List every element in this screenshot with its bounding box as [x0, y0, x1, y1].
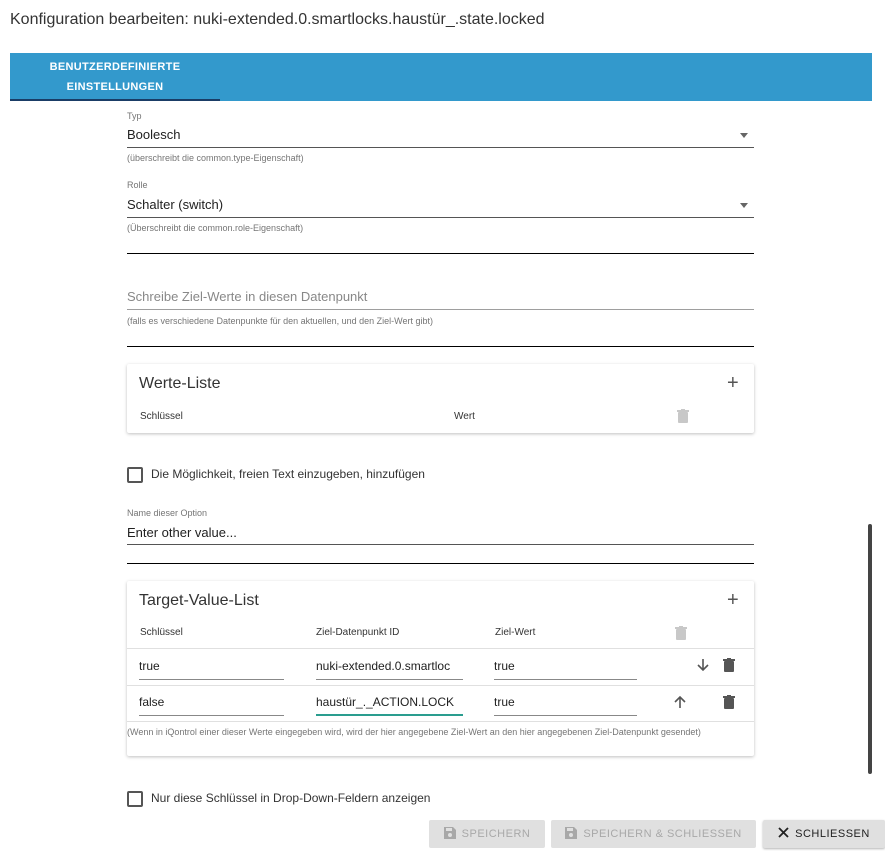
scrollbar[interactable] — [868, 101, 872, 811]
tvl-row2-datapoint-underline-focused — [316, 714, 463, 716]
values-list-title: Werte-Liste — [139, 375, 221, 392]
tvl-col-datapoint: Ziel-Datenpunkt ID — [316, 627, 400, 638]
tvl-helper: (Wenn in iQontrol einer dieser Werte ein… — [127, 727, 701, 737]
target-datapoint-underline — [127, 309, 754, 310]
tvl-row1-value-underline — [494, 679, 637, 680]
tab-label-line2: EINSTELLUNGEN — [66, 81, 164, 93]
type-helper: (überschreibt die common.type-Eigenschaf… — [127, 153, 304, 163]
values-list-col-value: Wert — [454, 411, 475, 422]
role-select-underline — [127, 217, 754, 218]
tvl-row2-datapoint-input[interactable]: haustür_._ACTION.LOCK — [316, 695, 463, 709]
tvl-row2-value-input[interactable]: true — [494, 695, 637, 709]
option-name-input[interactable]: Enter other value... — [127, 525, 237, 540]
option-name-label: Name dieser Option — [127, 508, 208, 518]
row-separator — [127, 648, 754, 649]
type-label: Typ — [127, 111, 142, 121]
tab-bar: BENUTZERDEFINIERTE EINSTELLUNGEN — [10, 53, 872, 101]
tvl-row2-value-underline — [494, 715, 637, 716]
section-divider — [127, 346, 754, 347]
target-value-list-title: Target-Value-List — [139, 592, 259, 609]
values-list-card: Werte-Liste + Schlüssel Wert — [127, 364, 754, 433]
target-value-list-card: Target-Value-List + Schlüssel Ziel-Daten… — [127, 581, 754, 756]
trash-icon[interactable] — [723, 695, 735, 714]
plus-icon[interactable]: + — [727, 590, 739, 610]
tvl-row1-value-input[interactable]: true — [494, 659, 637, 673]
section-divider — [127, 563, 754, 564]
role-select-value[interactable]: Schalter (switch) — [127, 197, 223, 212]
trash-icon[interactable] — [677, 409, 689, 428]
trash-icon[interactable] — [675, 626, 687, 645]
values-list-col-key: Schlüssel — [140, 411, 183, 422]
dialog-title: Konfiguration bearbeiten: nuki-extended.… — [10, 11, 545, 28]
type-select-value[interactable]: Boolesch — [127, 127, 180, 142]
tvl-row1-key-input[interactable]: true — [139, 659, 284, 673]
trash-icon[interactable] — [723, 658, 735, 677]
arrow-down-icon[interactable] — [696, 658, 710, 677]
free-text-checkbox[interactable] — [127, 467, 143, 483]
target-datapoint-helper: (falls es verschiedene Datenpunkte für d… — [127, 316, 434, 326]
floppy-disk-icon — [565, 826, 578, 842]
close-button[interactable]: SCHLIESSEN — [763, 820, 885, 848]
close-icon — [778, 827, 789, 841]
save-and-close-button[interactable]: SPEICHERN & SCHLIESSEN — [551, 820, 756, 848]
role-label: Rolle — [127, 180, 148, 190]
tab-label-line1: BENUTZERDEFINIERTE — [49, 61, 181, 73]
section-divider — [127, 253, 754, 254]
tab-custom-settings[interactable]: BENUTZERDEFINIERTE EINSTELLUNGEN — [10, 53, 220, 101]
save-button-label: SPEICHERN — [461, 828, 531, 840]
tvl-row1-key-underline — [139, 679, 284, 680]
floppy-disk-icon — [443, 826, 456, 842]
plus-icon[interactable]: + — [727, 373, 739, 393]
tvl-row1-datapoint-input[interactable]: nuki-extended.0.smartloc — [316, 659, 463, 673]
option-name-underline — [127, 544, 754, 545]
tvl-col-value: Ziel-Wert — [495, 627, 536, 638]
free-text-checkbox-label: Die Möglichkeit, freien Text einzugeben,… — [151, 467, 425, 481]
only-keys-checkbox[interactable] — [127, 791, 143, 807]
tvl-col-key: Schlüssel — [140, 627, 183, 638]
row-separator — [127, 685, 754, 686]
row-separator — [127, 721, 754, 722]
save-button[interactable]: SPEICHERN — [429, 820, 545, 848]
tvl-row1-datapoint-underline — [316, 679, 463, 680]
tvl-row2-key-input[interactable]: false — [139, 695, 284, 709]
only-keys-checkbox-label: Nur diese Schlüssel in Drop-Down-Feldern… — [151, 791, 431, 805]
role-dropdown-icon[interactable] — [740, 203, 748, 208]
target-datapoint-input[interactable]: Schreibe Ziel-Werte in diesen Datenpunkt — [127, 289, 367, 304]
tvl-row2-key-underline — [139, 715, 284, 716]
scrollbar-thumb[interactable] — [868, 524, 872, 774]
role-helper: (Überschreibt die common.role-Eigenschaf… — [127, 223, 304, 233]
save-and-close-button-label: SPEICHERN & SCHLIESSEN — [583, 828, 742, 840]
close-button-label: SCHLIESSEN — [795, 828, 870, 840]
type-select-underline — [127, 147, 754, 148]
type-dropdown-icon[interactable] — [740, 133, 748, 138]
tab-indicator — [10, 99, 220, 101]
arrow-up-icon[interactable] — [673, 695, 687, 714]
